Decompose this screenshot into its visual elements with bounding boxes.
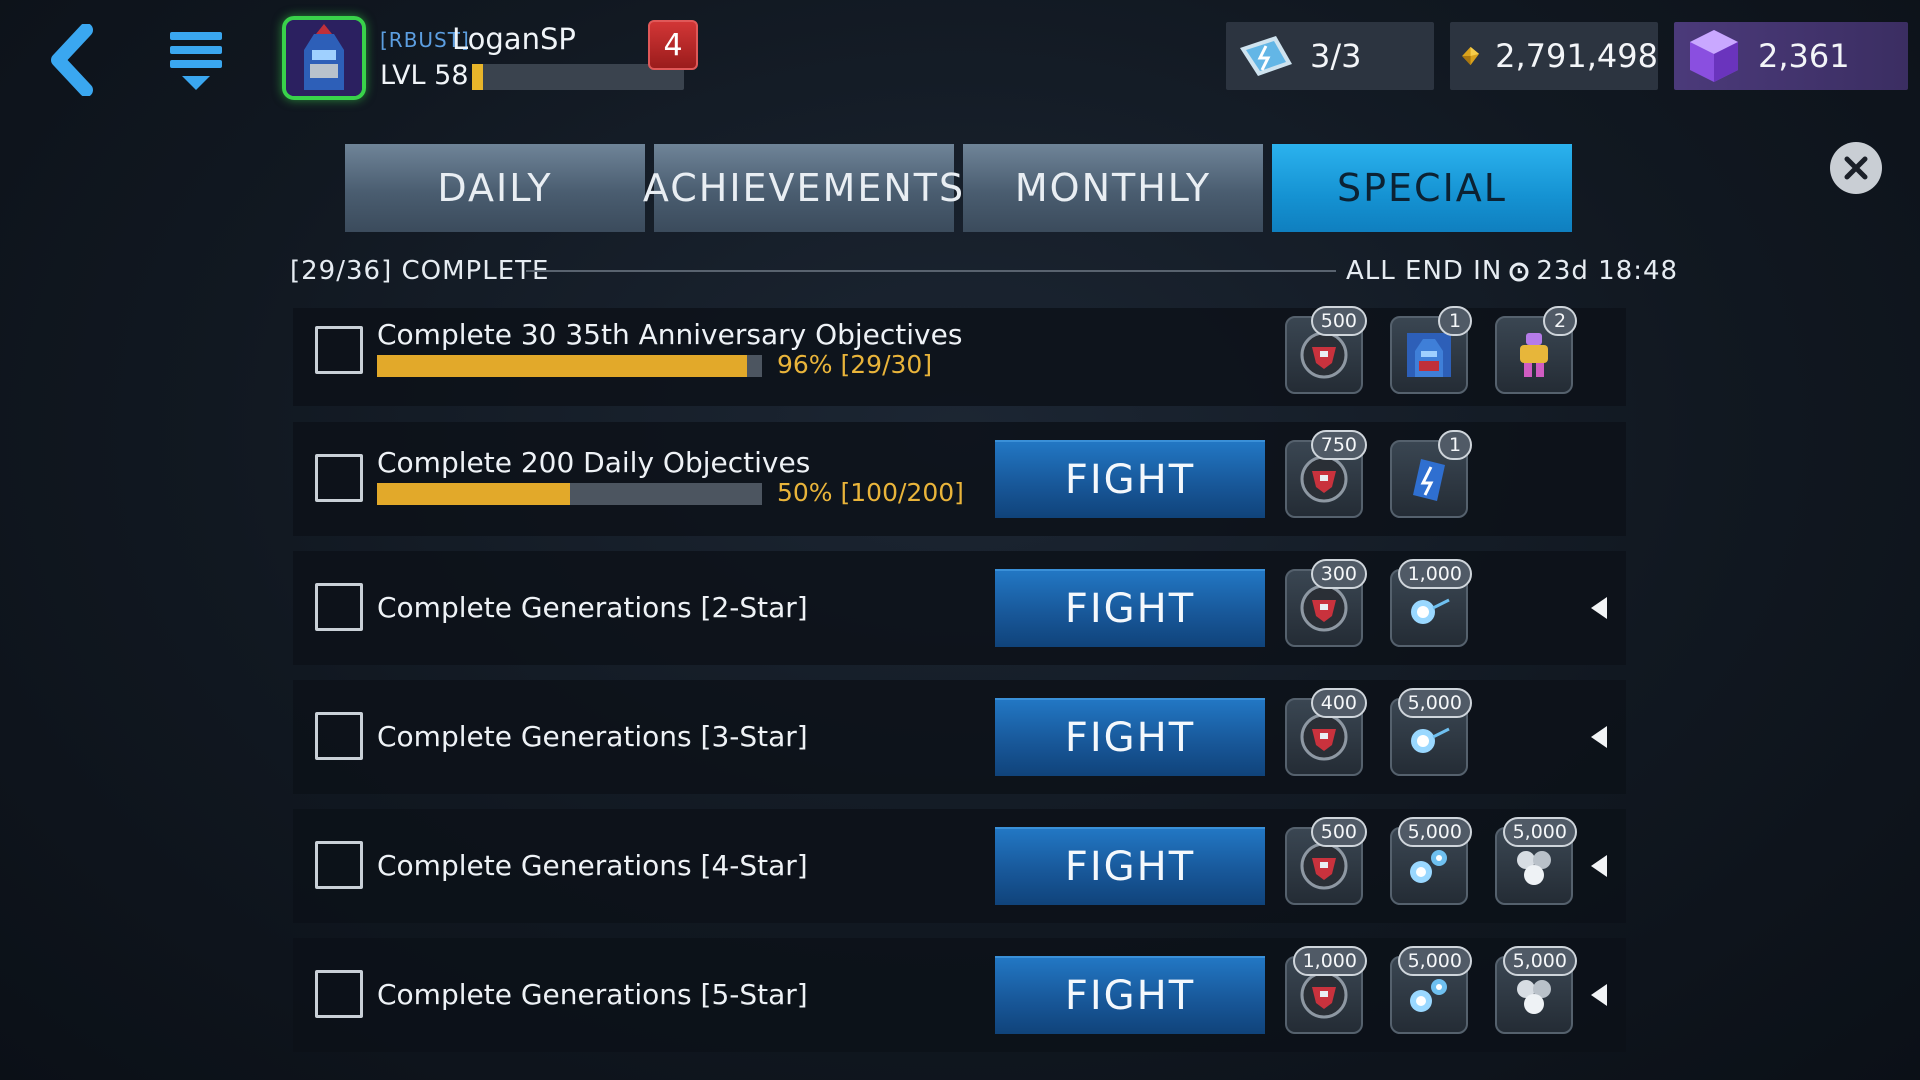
reward-slot[interactable]: 5,000	[1495, 946, 1577, 1034]
reward-count: 2	[1543, 306, 1577, 336]
objective-title: Complete Generations [2-Star]	[377, 591, 808, 624]
notification-badge[interactable]: 4	[648, 20, 698, 70]
objective-checkbox[interactable]	[315, 454, 363, 502]
reward-slot[interactable]: 400	[1285, 688, 1367, 776]
objective-checkbox[interactable]	[315, 841, 363, 889]
gold-currency[interactable]: 2,791,498	[1450, 22, 1658, 90]
objective-progress-fill	[377, 483, 570, 505]
reward-count: 1	[1438, 430, 1472, 460]
objective-row: Complete 200 Daily Objectives 50% [100/2…	[293, 422, 1626, 536]
reward-count: 5,000	[1397, 688, 1472, 718]
fight-button[interactable]: FIGHT	[995, 698, 1265, 776]
objective-progress-text: 50% [100/200]	[777, 478, 964, 507]
reward-count: 750	[1310, 430, 1367, 460]
objective-row: Complete 30 35th Anniversary Objectives …	[293, 306, 1626, 406]
xp-progress-fill	[472, 64, 483, 90]
reward-count: 1,000	[1292, 946, 1367, 976]
optimus-prime-avatar-icon	[286, 20, 362, 96]
close-icon	[1844, 156, 1868, 180]
fight-button[interactable]: FIGHT	[995, 827, 1265, 905]
reward-slot[interactable]: 1	[1390, 306, 1472, 394]
expand-arrow-icon[interactable]	[1591, 726, 1607, 748]
player-avatar[interactable]	[282, 16, 366, 100]
reward-count: 5,000	[1502, 946, 1577, 976]
fight-button[interactable]: FIGHT	[995, 440, 1265, 518]
expand-arrow-icon[interactable]	[1591, 855, 1607, 877]
reward-count: 1	[1438, 306, 1472, 336]
reward-count: 500	[1310, 817, 1367, 847]
objective-checkbox[interactable]	[315, 970, 363, 1018]
reward-slot[interactable]: 5,000	[1495, 817, 1577, 905]
clock-icon	[1509, 262, 1529, 282]
reward-count: 400	[1310, 688, 1367, 718]
reward-slot[interactable]: 1	[1390, 430, 1472, 518]
energy-ticket-icon	[1240, 36, 1292, 76]
end-label: ALL END IN	[1346, 256, 1503, 286]
objective-checkbox[interactable]	[315, 326, 363, 374]
reward-slot[interactable]: 750	[1285, 430, 1367, 518]
objective-progress-bar	[377, 483, 762, 505]
expand-arrow-icon[interactable]	[1591, 597, 1607, 619]
player-name: LoganSP	[452, 22, 576, 56]
reward-count: 5,000	[1397, 946, 1472, 976]
energy-currency[interactable]: 3/3	[1226, 22, 1434, 90]
reward-slot[interactable]: 5,000	[1390, 946, 1472, 1034]
objective-title: Complete 30 35th Anniversary Objectives	[377, 318, 963, 351]
reward-slot[interactable]: 1,000	[1285, 946, 1367, 1034]
objective-title: Complete Generations [3-Star]	[377, 720, 808, 753]
summary-divider	[526, 270, 1336, 272]
reward-slot[interactable]: 500	[1285, 306, 1367, 394]
objective-row: Complete Generations [3-Star] FIGHT 400 …	[293, 680, 1626, 794]
objective-checkbox[interactable]	[315, 712, 363, 760]
objective-title: Complete Generations [5-Star]	[377, 978, 808, 1011]
chevron-left-icon	[51, 23, 93, 97]
objective-progress-fill	[377, 355, 747, 377]
fight-button[interactable]: FIGHT	[995, 569, 1265, 647]
tab-special[interactable]: SPECIAL	[1272, 144, 1572, 232]
gold-value: 2,791,498	[1495, 37, 1658, 75]
gem-value: 2,361	[1758, 37, 1850, 75]
reward-count: 300	[1310, 559, 1367, 589]
energy-value: 3/3	[1310, 37, 1362, 75]
reward-slot[interactable]: 2	[1495, 306, 1577, 394]
menu-icon	[170, 32, 222, 90]
reward-count: 5,000	[1397, 817, 1472, 847]
objective-row: Complete Generations [5-Star] FIGHT 1,00…	[293, 938, 1626, 1052]
objective-progress-bar	[377, 355, 762, 377]
player-level: LVL 58	[380, 60, 469, 91]
completion-summary: [29/36] COMPLETE	[290, 256, 550, 286]
reward-slot[interactable]: 1,000	[1390, 559, 1472, 647]
tab-monthly[interactable]: MONTHLY	[963, 144, 1263, 232]
reward-slot[interactable]: 500	[1285, 817, 1367, 905]
reward-slot[interactable]: 5,000	[1390, 688, 1472, 776]
main-menu-button[interactable]	[168, 30, 224, 94]
close-button[interactable]	[1830, 142, 1882, 194]
tab-achievements[interactable]: ACHIEVEMENTS	[643, 144, 963, 232]
objective-title: Complete 200 Daily Objectives	[377, 446, 811, 479]
tab-daily[interactable]: DAILY	[345, 144, 645, 232]
fight-button[interactable]: FIGHT	[995, 956, 1265, 1034]
reward-count: 5,000	[1502, 817, 1577, 847]
end-time: 23d 18:48	[1536, 256, 1679, 286]
end-timer: ALL END IN 23d 18:48	[1346, 256, 1678, 286]
objective-row: Complete Generations [4-Star] FIGHT 500 …	[293, 809, 1626, 923]
objective-progress-text: 96% [29/30]	[777, 350, 933, 379]
back-button[interactable]	[42, 23, 98, 97]
purple-gem-icon	[1690, 30, 1738, 82]
reward-slot[interactable]: 300	[1285, 559, 1367, 647]
objective-title: Complete Generations [4-Star]	[377, 849, 808, 882]
objective-row: Complete Generations [2-Star] FIGHT 300 …	[293, 551, 1626, 665]
reward-count: 500	[1310, 306, 1367, 336]
gem-currency[interactable]: 2,361	[1674, 22, 1908, 90]
reward-slot[interactable]: 5,000	[1390, 817, 1472, 905]
objective-checkbox[interactable]	[315, 583, 363, 631]
gold-crystal-icon	[1462, 46, 1480, 66]
reward-count: 1,000	[1397, 559, 1472, 589]
expand-arrow-icon[interactable]	[1591, 984, 1607, 1006]
